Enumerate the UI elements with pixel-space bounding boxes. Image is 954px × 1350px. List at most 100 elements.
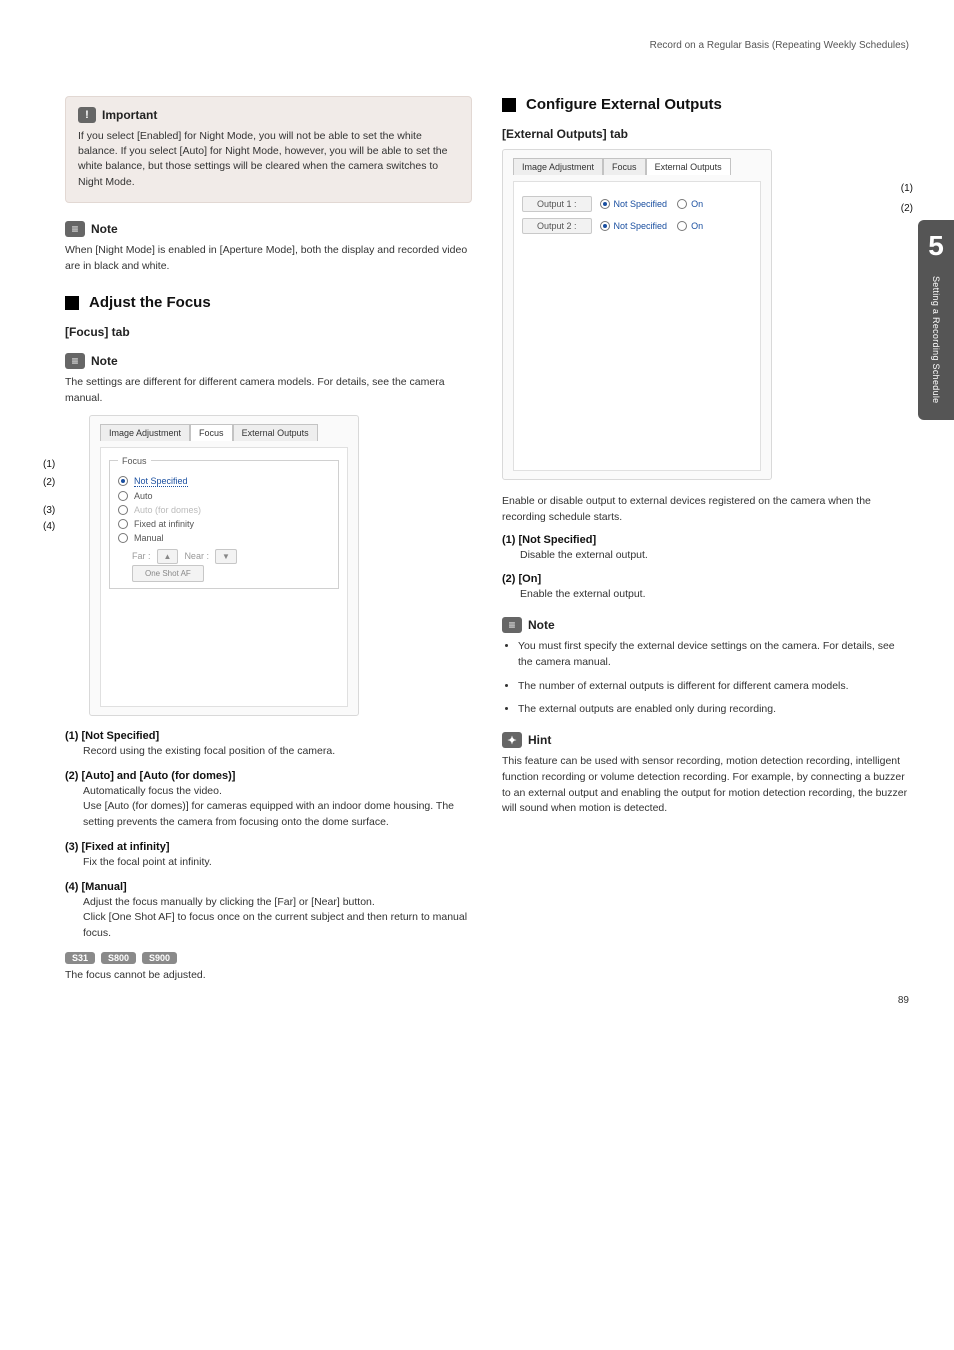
focus-options-list: (1) [Not Specified] Record using the exi… <box>65 730 472 942</box>
breadcrumb: Record on a Regular Basis (Repeating Wee… <box>65 40 909 51</box>
output2-label: Output 2 : <box>522 218 592 234</box>
important-body: If you select [Enabled] for Night Mode, … <box>78 129 459 190</box>
ext-note-title: Note <box>528 618 555 632</box>
section-adjust-focus: Adjust the Focus <box>65 294 472 311</box>
tag-s31: S31 <box>65 952 95 964</box>
radio-icon[interactable] <box>600 221 610 231</box>
radio-icon[interactable] <box>118 505 128 515</box>
tab-focus[interactable]: Focus <box>603 158 646 175</box>
hint-icon: ✦ <box>502 732 522 748</box>
item-3-desc: Fix the focal point at infinity. <box>65 855 472 871</box>
output1-notspec[interactable]: Not Specified <box>614 199 668 209</box>
opt-manual[interactable]: Manual <box>134 533 164 543</box>
ext-note-bullets: You must first specify the external devi… <box>502 639 909 718</box>
important-callout: ! Important If you select [Enabled] for … <box>65 96 472 203</box>
item-3-header: (3) [Fixed at infinity] <box>65 841 472 853</box>
section-title-focus: Adjust the Focus <box>89 294 211 311</box>
opt-not-specified[interactable]: Not Specified <box>134 476 188 487</box>
section-external-outputs: Configure External Outputs <box>502 96 909 113</box>
note-icon: ≡ <box>502 617 522 633</box>
focus-legend: Focus <box>118 456 151 466</box>
model-tags: S31 S800 S900 <box>65 952 472 964</box>
important-icon: ! <box>78 107 96 123</box>
radio-icon[interactable] <box>118 533 128 543</box>
ui-tabs-ext: Image Adjustment Focus External Outputs <box>513 158 761 175</box>
tag-s800: S800 <box>101 952 136 964</box>
chapter-side-tab: 5 Setting a Recording Schedule <box>918 220 954 420</box>
ext-note-bullet-2: The number of external outputs is differ… <box>518 679 909 695</box>
item-4-desc: Adjust the focus manually by clicking th… <box>65 895 472 942</box>
focus-ui-panel: Image Adjustment Focus External Outputs … <box>89 415 359 716</box>
ext-intro: Enable or disable output to external dev… <box>502 494 909 526</box>
note-title-1: Note <box>91 222 118 236</box>
chapter-label: Setting a Recording Schedule <box>931 276 941 403</box>
ext-item-1-header: (1) [Not Specified] <box>502 534 909 546</box>
note-icon: ≡ <box>65 353 85 369</box>
focus-tab-heading: [Focus] tab <box>65 325 472 339</box>
focus-fieldset: Focus Not Specified Auto Auto (for domes… <box>109 456 339 589</box>
opt-fixed-infinity[interactable]: Fixed at infinity <box>134 519 194 529</box>
ext-note-bullet-3: The external outputs are enabled only du… <box>518 702 909 718</box>
output1-label: Output 1 : <box>522 196 592 212</box>
radio-icon[interactable] <box>118 491 128 501</box>
note-icon: ≡ <box>65 221 85 237</box>
note-body-1: When [Night Mode] is enabled in [Apertur… <box>65 243 472 275</box>
ui-tabs: Image Adjustment Focus External Outputs <box>100 424 348 441</box>
marker-2: (2) <box>901 203 913 214</box>
note-title-2: Note <box>91 354 118 368</box>
chapter-number: 5 <box>928 230 944 262</box>
radio-icon[interactable] <box>677 221 687 231</box>
item-1-header: (1) [Not Specified] <box>65 730 472 742</box>
leader-4: (4) <box>43 521 55 532</box>
output2-notspec[interactable]: Not Specified <box>614 221 668 231</box>
one-shot-af-button[interactable]: One Shot AF <box>132 565 204 582</box>
ext-note-head: ≡ Note <box>502 617 909 633</box>
opt-auto[interactable]: Auto <box>134 491 153 501</box>
note-head-1: ≡ Note <box>65 221 472 237</box>
radio-icon[interactable] <box>118 519 128 529</box>
radio-icon[interactable] <box>677 199 687 209</box>
tab-focus[interactable]: Focus <box>190 424 233 441</box>
item-2-desc: Automatically focus the video. Use [Auto… <box>65 784 472 831</box>
marker-1: (1) <box>901 183 913 194</box>
hint-head: ✦ Hint <box>502 732 909 748</box>
hint-title: Hint <box>528 733 551 747</box>
tag-s900: S900 <box>142 952 177 964</box>
model-tags-note: The focus cannot be adjusted. <box>65 968 472 984</box>
item-2-header: (2) [Auto] and [Auto (for domes)] <box>65 770 472 782</box>
ext-ui-panel: Image Adjustment Focus External Outputs … <box>502 149 772 480</box>
tab-image-adjustment[interactable]: Image Adjustment <box>513 158 603 175</box>
radio-icon[interactable] <box>118 476 128 486</box>
tab-external-outputs[interactable]: External Outputs <box>646 158 731 175</box>
item-4-header: (4) [Manual] <box>65 881 472 893</box>
ext-note-bullet-1: You must first specify the external devi… <box>518 639 909 671</box>
section-marker-icon <box>502 98 516 112</box>
near-label: Near : <box>184 551 209 561</box>
far-button[interactable]: ▲ <box>157 549 179 564</box>
note-head-2: ≡ Note <box>65 353 472 369</box>
leader-3: (3) <box>43 505 55 516</box>
leader-2: (2) <box>43 477 55 488</box>
ext-item-2-desc: Enable the external output. <box>502 587 909 603</box>
section-marker-icon <box>65 296 79 310</box>
ext-item-1-desc: Disable the external output. <box>502 548 909 564</box>
item-1-desc: Record using the existing focal position… <box>65 744 472 760</box>
note-body-2: The settings are different for different… <box>65 375 472 407</box>
ext-options-list: (1) [Not Specified] Disable the external… <box>502 534 909 604</box>
important-title: Important <box>102 108 157 122</box>
tab-external-outputs[interactable]: External Outputs <box>233 424 318 441</box>
output1-on[interactable]: On <box>691 199 703 209</box>
opt-auto-domes[interactable]: Auto (for domes) <box>134 505 201 515</box>
leader-1: (1) <box>43 459 55 470</box>
near-button[interactable]: ▼ <box>215 549 237 564</box>
page-number: 89 <box>898 995 909 1006</box>
left-column: ! Important If you select [Enabled] for … <box>65 96 472 992</box>
ext-item-2-header: (2) [On] <box>502 573 909 585</box>
tab-image-adjustment[interactable]: Image Adjustment <box>100 424 190 441</box>
far-label: Far : <box>132 551 151 561</box>
ext-tab-heading: [External Outputs] tab <box>502 127 909 141</box>
hint-body: This feature can be used with sensor rec… <box>502 754 909 817</box>
right-column: Configure External Outputs [External Out… <box>502 96 909 992</box>
radio-icon[interactable] <box>600 199 610 209</box>
output2-on[interactable]: On <box>691 221 703 231</box>
